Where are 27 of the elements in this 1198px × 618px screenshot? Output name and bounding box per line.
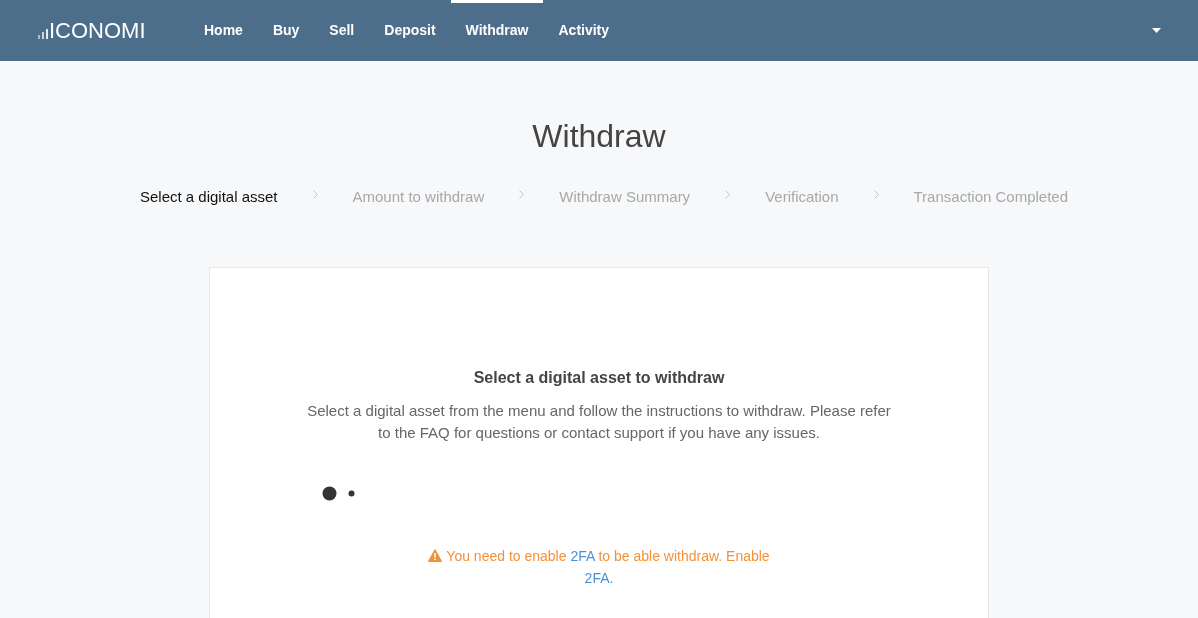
enable-2fa-link[interactable]: 2FA — [570, 548, 595, 564]
step-label: Select a digital asset — [139, 187, 278, 207]
warning-triangle-icon — [428, 549, 443, 563]
chevron-right-icon — [312, 189, 318, 199]
step-label: Transaction Completed — [913, 187, 1069, 207]
step-label: Amount to withdraw — [352, 187, 485, 207]
nav-link[interactable]: Home — [189, 0, 258, 61]
loading-dots-icon — [322, 486, 355, 501]
chevron-right-icon — [519, 189, 525, 199]
nav-link[interactable]: Sell — [314, 0, 370, 61]
nav-link[interactable]: Withdraw — [450, 0, 544, 61]
step-label: Withdraw Summary — [559, 187, 691, 207]
chevron-right-icon — [725, 189, 731, 199]
nav-link[interactable]: Deposit — [369, 0, 451, 61]
nav-link[interactable]: Activity — [543, 0, 625, 61]
nav-link[interactable]: Buy — [257, 0, 315, 61]
account-dropdown-toggle[interactable] — [1150, 25, 1162, 36]
bar-chart-logo-icon — [38, 26, 48, 39]
card-description: Select a digital asset from the menu and follow the instructions to withdraw. Please refer to the FAQ for questions or contact support if you have any issues. — [306, 401, 892, 443]
card-heading: Select a digital asset to withdraw — [473, 368, 725, 388]
enable-2fa-link[interactable]: 2FA. — [584, 570, 614, 586]
page-title: Withdraw — [532, 117, 666, 156]
step-label: Verification — [765, 187, 839, 207]
logo-wordmark[interactable]: ICONOMI — [49, 19, 146, 42]
caret-down-icon — [1151, 28, 1161, 33]
warning-message: You need to enable 2FA to be able withdraw. Enable 2FA. — [426, 545, 772, 589]
chevron-right-icon — [873, 189, 879, 199]
